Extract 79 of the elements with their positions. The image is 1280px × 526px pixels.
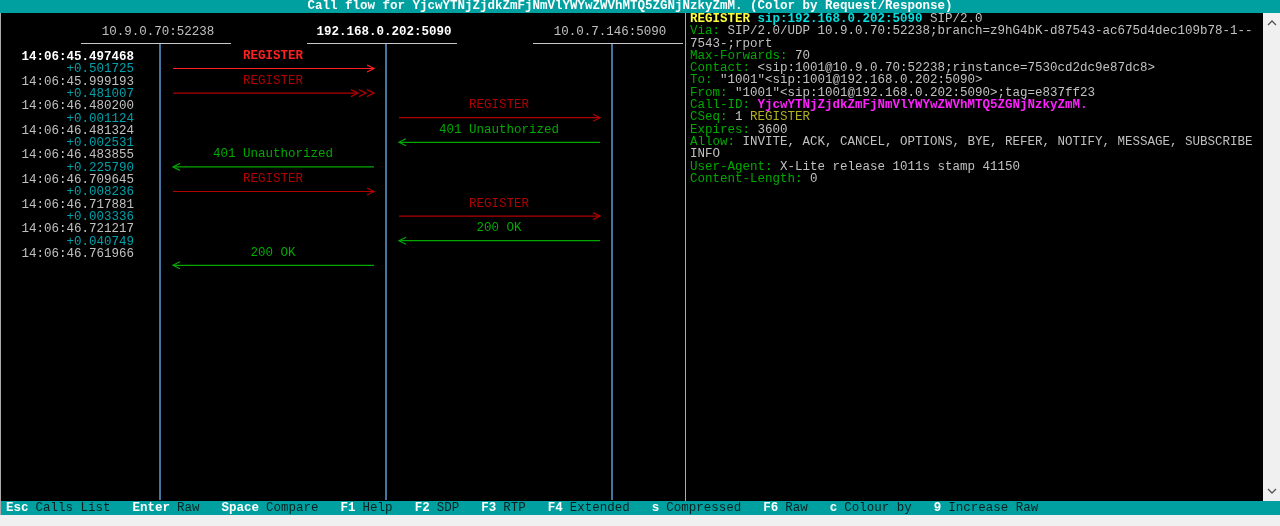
header-value: SIP/2.0	[930, 12, 983, 26]
timestamp[interactable]: 14:06:46.483855	[21, 148, 134, 163]
timestamp[interactable]: 14:06:45.497468	[21, 50, 134, 64]
header-name: From:	[690, 85, 728, 100]
header-value: 0	[810, 171, 818, 186]
scrollbar[interactable]	[1263, 13, 1280, 501]
scroll-up-icon[interactable]	[1266, 19, 1277, 26]
shortcut-key[interactable]: Esc	[6, 501, 29, 515]
host-address: 192.168.0.202:5090	[316, 25, 452, 39]
shortcut-action[interactable]: Raw	[177, 501, 200, 515]
message-arrow[interactable]	[172, 64, 376, 73]
message-arrow[interactable]	[397, 236, 601, 245]
header-value: X-Lite release 1011s stamp 41150	[780, 159, 1021, 174]
request-method: REGISTER	[690, 12, 750, 26]
message-arrow[interactable]	[171, 261, 375, 270]
shortcut-action[interactable]: Raw	[785, 501, 808, 515]
message-arrow[interactable]	[397, 138, 601, 147]
timestamp[interactable]: 14:06:46.761966	[21, 246, 134, 261]
time-delta: +0.501725	[66, 62, 134, 77]
header-value: INFO	[690, 147, 720, 162]
message-label[interactable]: REGISTER	[469, 98, 529, 113]
shortcut-key[interactable]: Enter	[132, 501, 171, 515]
time-delta: +0.225790	[66, 160, 134, 175]
time-delta: +0.481007	[66, 86, 134, 101]
time-delta: +0.008236	[66, 185, 134, 200]
header-name: To:	[690, 73, 713, 88]
timestamp[interactable]: 14:06:46.481324	[21, 123, 134, 138]
shortcut-action[interactable]: RTP	[503, 501, 526, 515]
shortcut-action[interactable]: Extended	[569, 501, 630, 515]
shortcut-key[interactable]: F3	[481, 501, 497, 515]
shortcut-key[interactable]: Space	[221, 501, 260, 515]
message-label[interactable]: 200 OK	[250, 245, 296, 260]
shortcut-action[interactable]: Colour by	[844, 501, 912, 515]
host-address: 10.0.7.146:5090	[553, 25, 667, 39]
timestamp[interactable]: 14:06:46.709645	[21, 173, 134, 187]
shortcut-action[interactable]: Calls List	[35, 501, 111, 515]
shortcut-action[interactable]: SDP	[436, 501, 460, 515]
shortcut-key[interactable]: F2	[414, 501, 430, 515]
header-value: 70	[795, 48, 811, 63]
message-arrow[interactable]	[398, 113, 602, 122]
message-label[interactable]: 401 Unauthorized	[439, 122, 559, 137]
shortcut-key[interactable]: F6	[763, 501, 779, 515]
header-value: 1	[735, 110, 743, 125]
timestamp[interactable]: 14:06:46.717881	[21, 197, 134, 212]
time-delta: +0.040749	[66, 234, 134, 249]
shortcut-action[interactable]: Help	[362, 501, 393, 515]
shortcut-action[interactable]: Increase Raw	[948, 501, 1039, 515]
message-arrow[interactable]	[171, 162, 375, 171]
timestamp[interactable]: 14:06:45.999193	[21, 74, 134, 89]
shortcut-key[interactable]: s	[651, 501, 660, 515]
message-label[interactable]: REGISTER	[469, 196, 529, 211]
host-address: 10.9.0.70:52238	[101, 25, 215, 39]
call-id-value: YjcwYTNjZjdkZmFjNmVlYWYwZWVhMTQ5ZGNjNzkyZmM.	[757, 98, 1088, 113]
header-value: <sip:1001@10.9.0.70:52238;rinstance=7530cd2dc9e87dc8>	[757, 61, 1156, 76]
timestamp[interactable]: 14:06:46.480200	[21, 99, 134, 114]
shortcut-key[interactable]: 9	[933, 501, 942, 515]
message-label[interactable]: REGISTER	[243, 49, 303, 63]
window-title: Call flow for YjcwYTNjZjdkZmFjNmVlYWYwZWVhMTQ5ZGNjNzkyZmM. (Color by Request/Response)	[307, 0, 953, 13]
message-arrow[interactable]	[172, 187, 376, 196]
message-label[interactable]: REGISTER	[243, 73, 303, 88]
shortcut-key[interactable]: F1	[340, 501, 356, 515]
time-delta: +0.003336	[66, 209, 134, 224]
header-value: INVITE, ACK, CANCEL, OPTIONS, BYE, REFER, NOTIFY, MESSAGE, SUBSCRIBE	[742, 134, 1253, 149]
header-value: SIP/2.0/UDP 10.9.0.70:52238;branch=z9hG4bK-d87543-ac675d4dec109b78-1--	[727, 24, 1253, 39]
shortcut-key[interactable]: c	[829, 501, 838, 515]
header-name: CSeq:	[690, 110, 728, 125]
header-value: 3600	[757, 122, 788, 137]
shortcut-action[interactable]: Compare	[266, 501, 319, 515]
scroll-down-icon[interactable]	[1266, 488, 1277, 495]
message-label[interactable]: REGISTER	[243, 172, 303, 186]
shortcut-key[interactable]: F4	[547, 501, 563, 515]
message-label[interactable]: 401 Unauthorized	[213, 147, 333, 162]
cseq-method: REGISTER	[750, 110, 811, 125]
request-uri: sip:192.168.0.202:5090	[757, 12, 923, 26]
timestamp[interactable]: 14:06:46.721217	[21, 222, 134, 237]
header-name: Via:	[690, 24, 720, 39]
message-label[interactable]: 200 OK	[476, 221, 522, 236]
shortcut-action[interactable]: Compressed	[666, 501, 742, 515]
time-delta: +0.001124	[66, 111, 134, 126]
